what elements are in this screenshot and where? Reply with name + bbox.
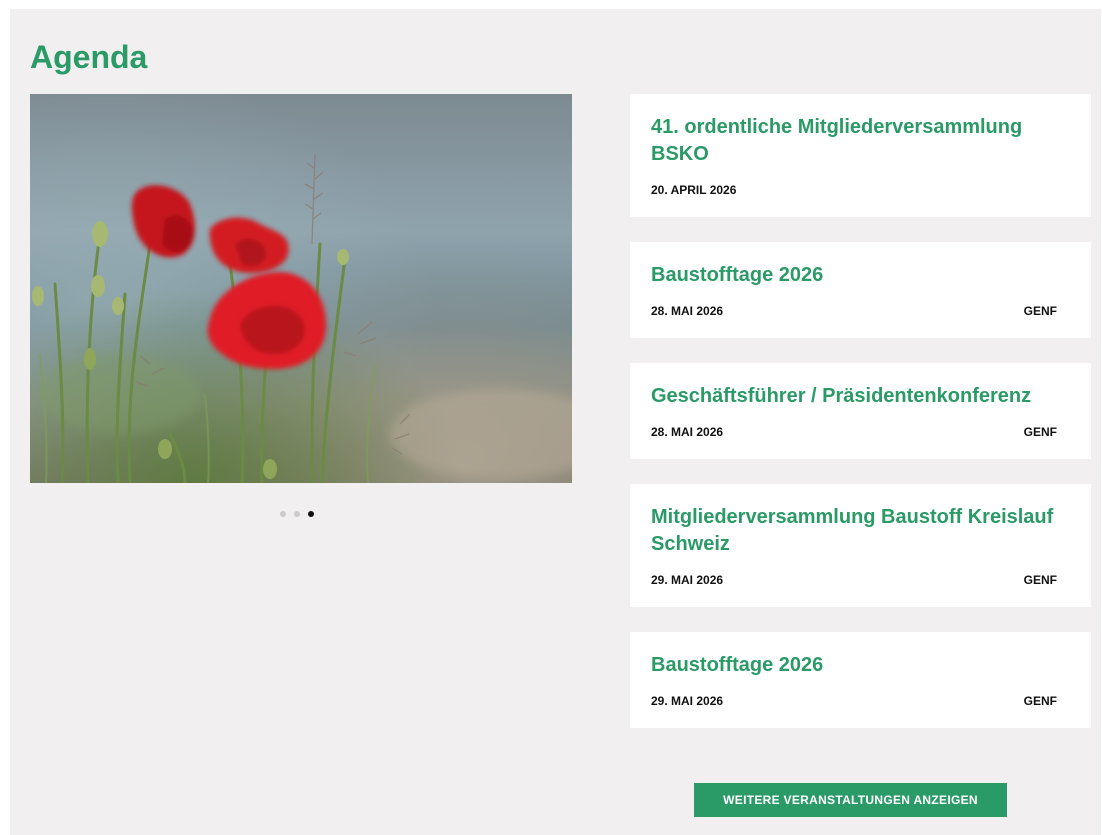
event-meta: 28. MAI 2026 GENF [651,303,1070,319]
agenda-section: Agenda 41. ordentliche Mitgliederversamm… [10,9,1101,835]
event-title[interactable]: Mitgliederversammlung Baustoff Kreislauf… [651,504,1070,558]
event-location: GENF [1023,694,1057,708]
event-date: 28. MAI 2026 [651,425,724,439]
carousel-dot-active[interactable] [308,511,314,517]
event-title[interactable]: Baustofftage 2026 [651,652,1070,679]
event-card[interactable]: Geschäftsführer / Präsidentenkonferenz 2… [630,363,1091,459]
page-title: Agenda [30,39,148,75]
event-title[interactable]: Geschäftsführer / Präsidentenkonferenz [651,383,1070,410]
event-date: 20. APRIL 2026 [651,183,737,197]
event-title[interactable]: 41. ordentliche Mitgliederversammlung BS… [651,114,1070,168]
event-card[interactable]: Baustofftage 2026 28. MAI 2026 GENF [630,242,1091,338]
event-title[interactable]: Baustofftage 2026 [651,262,1070,289]
carousel-pagination [280,509,325,519]
event-card[interactable]: Baustofftage 2026 29. MAI 2026 GENF [630,632,1091,728]
event-meta: 28. MAI 2026 GENF [651,424,1070,440]
event-date: 29. MAI 2026 [651,694,724,708]
event-card[interactable]: Mitgliederversammlung Baustoff Kreislauf… [630,484,1091,607]
more-events-button[interactable]: WEITERE VERANSTALTUNGEN ANZEIGEN [694,783,1007,817]
event-location: GENF [1023,304,1057,318]
event-location: GENF [1023,425,1057,439]
carousel-dot[interactable] [280,511,286,517]
event-date: 29. MAI 2026 [651,573,724,587]
event-location: GENF [1023,573,1057,587]
event-card[interactable]: 41. ordentliche Mitgliederversammlung BS… [630,94,1091,217]
event-meta: 29. MAI 2026 GENF [651,572,1070,588]
event-list: 41. ordentliche Mitgliederversammlung BS… [630,94,1091,753]
event-meta: 20. APRIL 2026 [651,182,1070,198]
carousel-dot[interactable] [294,511,300,517]
carousel-image[interactable] [30,94,572,483]
event-meta: 29. MAI 2026 GENF [651,693,1070,709]
event-date: 28. MAI 2026 [651,304,724,318]
